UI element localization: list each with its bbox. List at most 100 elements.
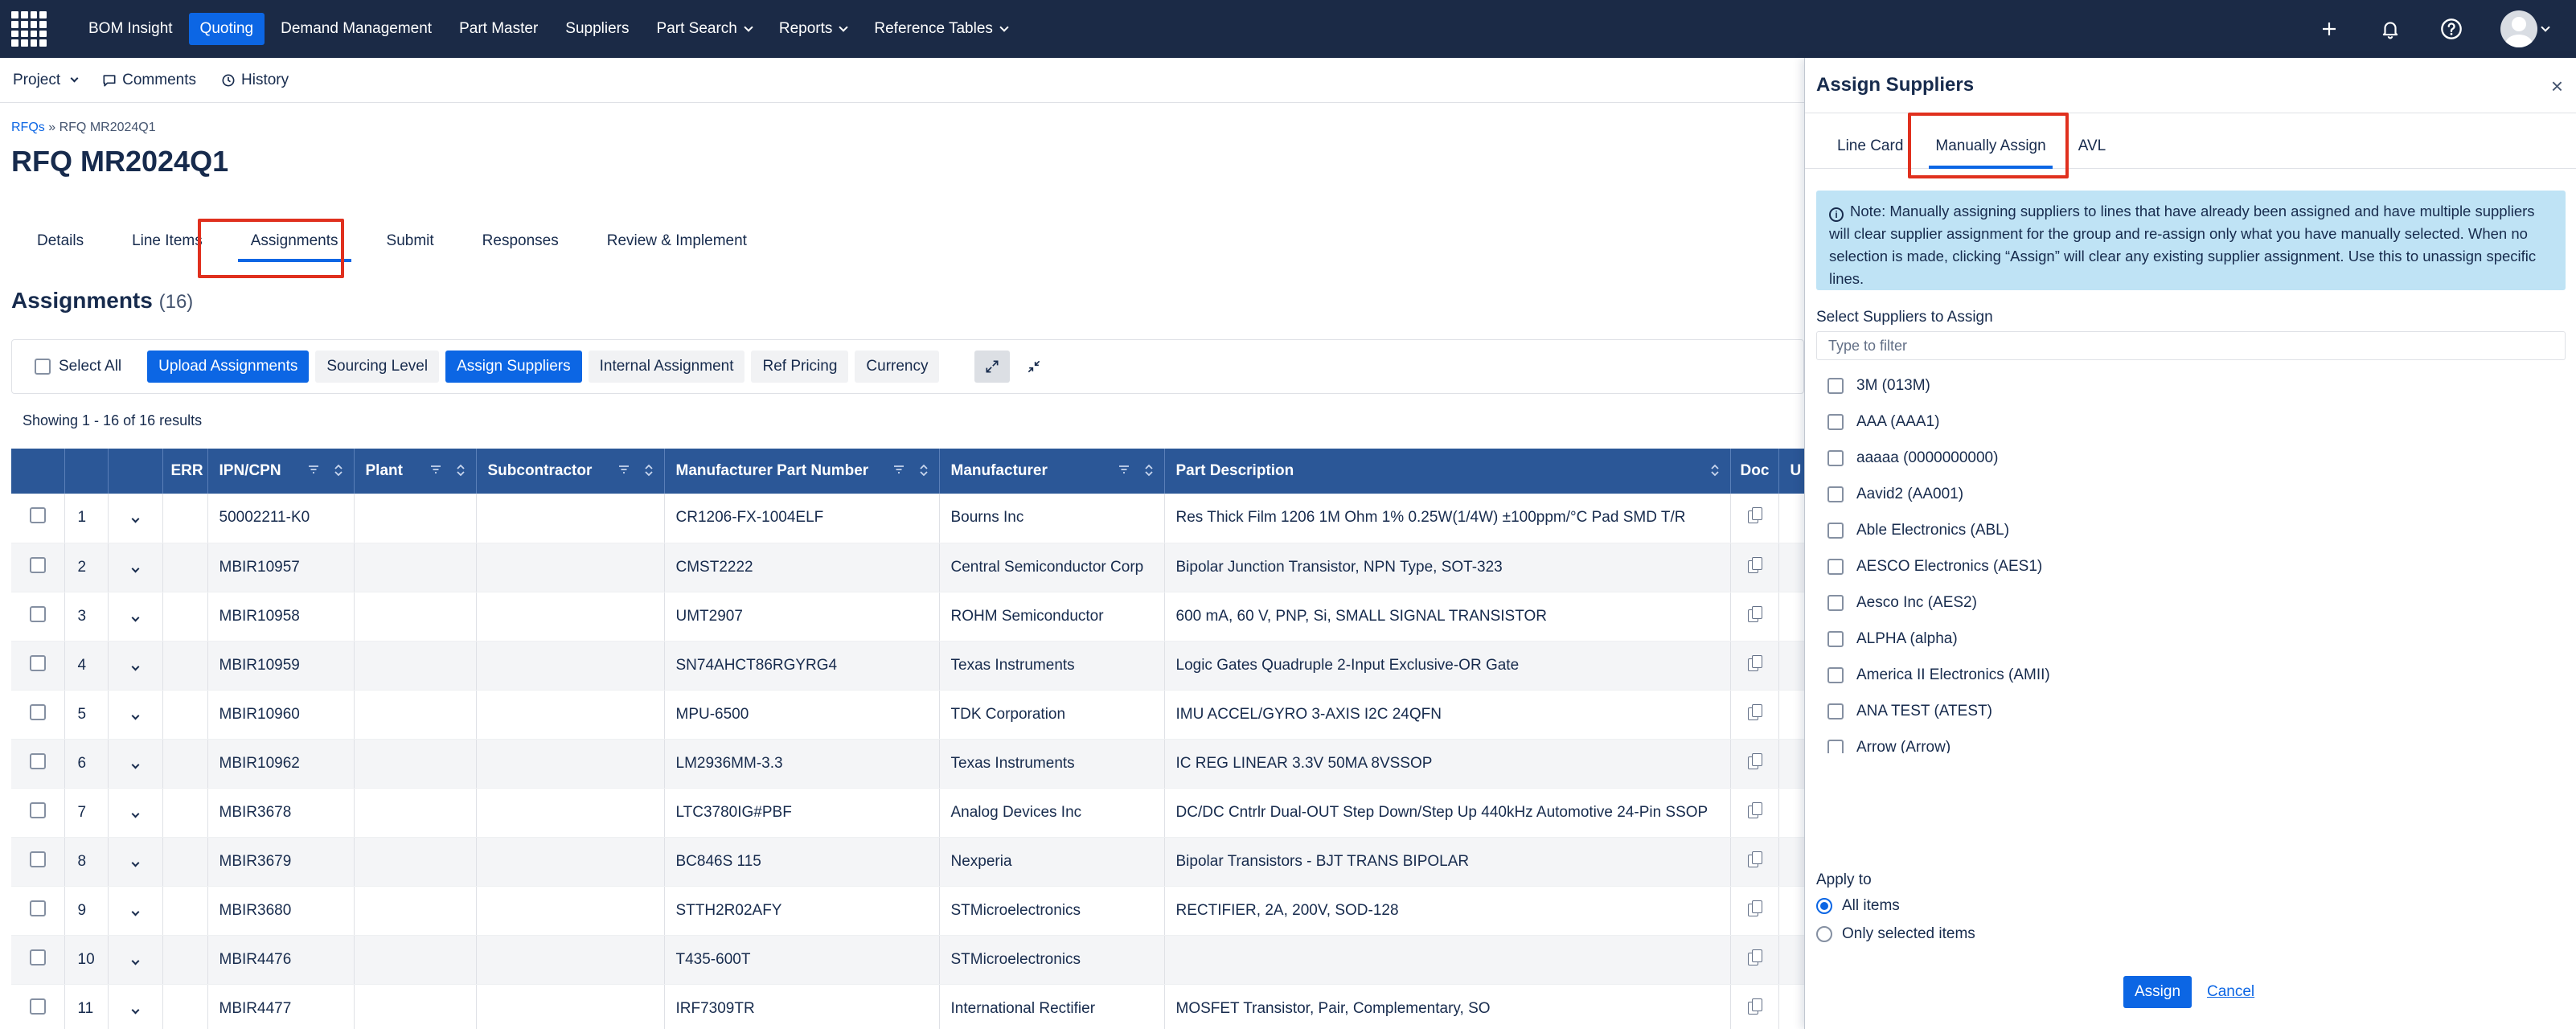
- row-expand[interactable]: [108, 690, 163, 740]
- supplier-option[interactable]: 3M (013M): [1816, 367, 2566, 404]
- sort-icon[interactable]: [1709, 463, 1721, 478]
- filter-icon[interactable]: [892, 463, 905, 476]
- cell-doc[interactable]: [1730, 739, 1779, 789]
- cell-doc[interactable]: [1730, 837, 1779, 887]
- supplier-checkbox[interactable]: [1827, 486, 1844, 502]
- row-checkbox[interactable]: [29, 998, 46, 1015]
- expand-icon[interactable]: [974, 351, 1011, 383]
- table-row[interactable]: 10 MBIR4476 T435-600T STMicroelectronics: [11, 935, 1804, 985]
- copy-doc-icon[interactable]: [1748, 605, 1762, 622]
- header-plant[interactable]: Plant: [354, 449, 477, 494]
- tab-line-card[interactable]: Line Card: [1821, 137, 1919, 168]
- upload-assignments-button[interactable]: Upload Assignments: [147, 351, 310, 383]
- supplier-checkbox[interactable]: [1827, 666, 1844, 683]
- filter-icon[interactable]: [617, 463, 630, 476]
- sort-icon[interactable]: [918, 463, 929, 478]
- collapse-icon[interactable]: [1016, 351, 1052, 383]
- supplier-checkbox[interactable]: [1827, 377, 1844, 394]
- cell-doc[interactable]: [1730, 984, 1779, 1029]
- nav-item-quoting[interactable]: Quoting: [188, 13, 265, 45]
- select-all-checkbox[interactable]: [35, 359, 51, 375]
- row-expand[interactable]: [108, 739, 163, 789]
- cell-doc[interactable]: [1730, 592, 1779, 642]
- header-manufacturer[interactable]: Manufacturer: [939, 449, 1165, 494]
- nav-item-reference-tables[interactable]: Reference Tables: [863, 13, 1019, 45]
- supplier-option[interactable]: ANA TEST (ATEST): [1816, 693, 2566, 729]
- plus-icon[interactable]: [2317, 17, 2341, 41]
- row-expand[interactable]: [108, 984, 163, 1029]
- comments-button[interactable]: Comments: [101, 72, 196, 89]
- table-row[interactable]: 3 MBIR10958 UMT2907 ROHM Semiconductor 600 m…: [11, 592, 1804, 642]
- row-checkbox[interactable]: [29, 949, 46, 965]
- user-menu[interactable]: [2500, 10, 2550, 47]
- copy-doc-icon[interactable]: [1748, 752, 1762, 769]
- table-row[interactable]: 4 MBIR10959 SN74AHCT86RGYRG4 Texas Instrume…: [11, 641, 1804, 691]
- row-checkbox[interactable]: [29, 556, 46, 573]
- supplier-checkbox[interactable]: [1827, 413, 1844, 430]
- nav-item-demand-management[interactable]: Demand Management: [269, 13, 443, 45]
- row-expand[interactable]: [108, 886, 163, 936]
- row-checkbox[interactable]: [29, 654, 46, 671]
- supplier-checkbox[interactable]: [1827, 522, 1844, 539]
- bell-icon[interactable]: [2378, 17, 2402, 41]
- copy-doc-icon[interactable]: [1748, 703, 1762, 720]
- sort-icon[interactable]: [643, 463, 654, 478]
- row-expand[interactable]: [108, 543, 163, 592]
- row-checkbox[interactable]: [29, 507, 46, 524]
- copy-doc-icon[interactable]: [1748, 801, 1762, 818]
- copy-doc-icon[interactable]: [1748, 556, 1762, 573]
- cell-doc[interactable]: [1730, 788, 1779, 838]
- supplier-filter-input[interactable]: [1816, 331, 2566, 360]
- header-mpn[interactable]: Manufacturer Part Number: [664, 449, 940, 494]
- apply-selected-items-radio[interactable]: [1816, 926, 1832, 942]
- supplier-option[interactable]: AAA (AAA1): [1816, 404, 2566, 440]
- row-expand[interactable]: [108, 592, 163, 642]
- table-row[interactable]: 2 MBIR10957 CMST2222 Central Semiconductor …: [11, 543, 1804, 592]
- sort-icon[interactable]: [333, 463, 344, 478]
- supplier-option[interactable]: aaaaa (0000000000): [1816, 440, 2566, 476]
- internal-assignment-button[interactable]: Internal Assignment: [588, 351, 745, 383]
- nav-item-bom-insight[interactable]: BOM Insight: [77, 13, 184, 45]
- row-expand[interactable]: [108, 494, 163, 543]
- supplier-option[interactable]: Aavid2 (AA001): [1816, 476, 2566, 512]
- supplier-checkbox[interactable]: [1827, 703, 1844, 719]
- sourcing-level-button[interactable]: Sourcing Level: [315, 351, 440, 383]
- copy-doc-icon[interactable]: [1748, 654, 1762, 671]
- nav-item-part-master[interactable]: Part Master: [448, 13, 549, 45]
- filter-icon[interactable]: [307, 463, 320, 476]
- row-expand[interactable]: [108, 788, 163, 838]
- copy-doc-icon[interactable]: [1748, 507, 1762, 524]
- help-icon[interactable]: [2439, 17, 2463, 41]
- tab-review-implement[interactable]: Review & Implement: [583, 220, 771, 262]
- tab-avl[interactable]: AVL: [2062, 137, 2123, 168]
- breadcrumb-rfqs-link[interactable]: RFQs: [11, 121, 45, 134]
- currency-button[interactable]: Currency: [855, 351, 940, 383]
- assign-button[interactable]: Assign: [2123, 976, 2192, 1008]
- cell-doc[interactable]: [1730, 935, 1779, 985]
- supplier-option[interactable]: AESCO Electronics (AES1): [1816, 548, 2566, 584]
- table-row[interactable]: 6 MBIR10962 LM2936MM-3.3 Texas Instruments I…: [11, 739, 1804, 789]
- supplier-checkbox[interactable]: [1827, 558, 1844, 575]
- close-icon[interactable]: ×: [2551, 74, 2563, 99]
- table-row[interactable]: 9 MBIR3680 STTH2R02AFY STMicroelectronics RE…: [11, 886, 1804, 936]
- header-part-description[interactable]: Part Description: [1164, 449, 1731, 494]
- sort-icon[interactable]: [1143, 463, 1155, 478]
- apply-all-items-radio[interactable]: [1816, 898, 1832, 914]
- copy-doc-icon[interactable]: [1748, 949, 1762, 965]
- row-checkbox[interactable]: [29, 605, 46, 622]
- select-all-control[interactable]: Select All: [35, 358, 121, 375]
- cell-doc[interactable]: [1730, 690, 1779, 740]
- row-checkbox[interactable]: [29, 900, 46, 916]
- cancel-link[interactable]: Cancel: [2207, 983, 2254, 1001]
- nav-item-reports[interactable]: Reports: [768, 13, 859, 45]
- tab-submit[interactable]: Submit: [363, 220, 458, 262]
- apply-selected-items-option[interactable]: Only selected items: [1816, 925, 1975, 943]
- filter-icon[interactable]: [429, 463, 442, 476]
- copy-doc-icon[interactable]: [1748, 998, 1762, 1015]
- row-checkbox[interactable]: [29, 801, 46, 818]
- nav-item-part-search[interactable]: Part Search: [646, 13, 763, 45]
- nav-item-suppliers[interactable]: Suppliers: [554, 13, 640, 45]
- app-launcher-icon[interactable]: [11, 11, 47, 47]
- supplier-list[interactable]: 3M (013M) AAA (AAA1) aaaaa (0000000000) Aav…: [1816, 367, 2566, 753]
- cell-doc[interactable]: [1730, 641, 1779, 691]
